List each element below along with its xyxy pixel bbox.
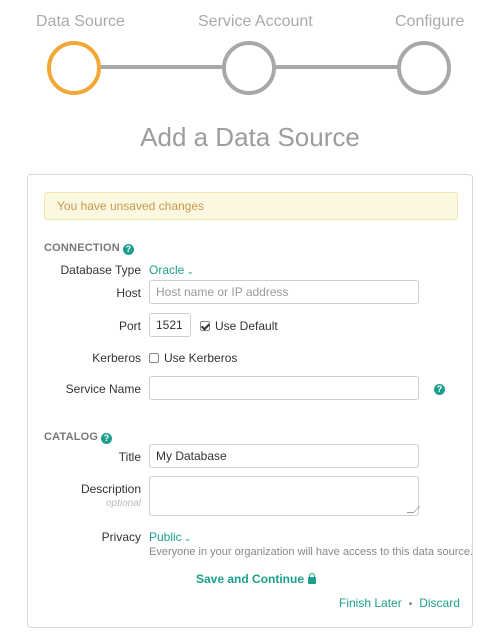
unsaved-changes-alert: You have unsaved changes [44,192,458,220]
privacy-value: Public [149,530,182,544]
service-name-label: Service Name [65,382,141,396]
wizard-stepper: Data Source Service Account Configure [0,0,500,100]
description-optional-hint: optional [105,498,141,509]
privacy-label: Privacy [101,530,141,544]
port-input[interactable] [149,313,191,337]
step-label-configure: Configure [395,13,465,30]
use-default-checkbox[interactable]: Use Default [200,319,278,333]
database-type-label: Database Type [60,263,141,277]
step-label-service-account: Service Account [198,13,313,30]
title-label: Title [118,450,141,464]
connection-section-heading: CONNECTION? [44,242,134,255]
finish-later-link[interactable]: Finish Later [339,596,402,610]
step-connector [276,65,400,69]
page-title: Add a Data Source [140,122,360,152]
use-default-label: Use Default [215,319,278,333]
chevron-down-icon: ⌄ [186,266,194,276]
discard-link[interactable]: Discard [419,596,460,610]
step-circle-data-source[interactable] [47,41,101,95]
checkbox-unchecked-icon[interactable] [149,353,159,363]
lock-icon [308,573,317,584]
step-circle-configure[interactable] [397,41,451,95]
question-circle-icon[interactable]: ? [434,384,445,395]
kerberos-label: Kerberos [92,351,141,365]
service-name-input[interactable] [149,376,419,400]
question-circle-icon[interactable]: ? [101,433,113,444]
host-label: Host [116,286,141,300]
description-textarea[interactable] [149,476,419,516]
use-kerberos-label: Use Kerberos [164,351,238,365]
connection-heading-text: CONNECTION [44,242,120,254]
database-type-value: Oracle [149,263,185,277]
catalog-section-heading: CATALOG? [44,431,113,444]
save-and-continue-label: Save and Continue [196,572,305,586]
privacy-hint: Everyone in your organization will have … [149,546,474,558]
port-label: Port [118,319,141,333]
description-label: Description [80,482,141,496]
step-circle-service-account[interactable] [222,41,276,95]
checkbox-checked-icon[interactable] [200,321,210,331]
footer-links: Finish Later • Discard [339,596,460,610]
database-type-select[interactable]: Oracle ⌄ [149,263,194,277]
privacy-select[interactable]: Public ⌄ [149,530,191,544]
chevron-down-icon: ⌄ [183,533,192,543]
title-input[interactable] [149,444,419,468]
separator-dot: • [408,599,413,610]
save-and-continue-button[interactable]: Save and Continue [196,572,317,586]
host-input[interactable] [149,280,419,304]
data-source-form-card: You have unsaved changes CONNECTION? Dat… [27,174,473,628]
question-circle-icon[interactable]: ? [122,244,134,255]
use-kerberos-checkbox[interactable]: Use Kerberos [149,351,237,365]
step-label-data-source: Data Source [36,13,125,30]
catalog-heading-text: CATALOG [44,431,99,443]
step-connector [101,65,225,69]
